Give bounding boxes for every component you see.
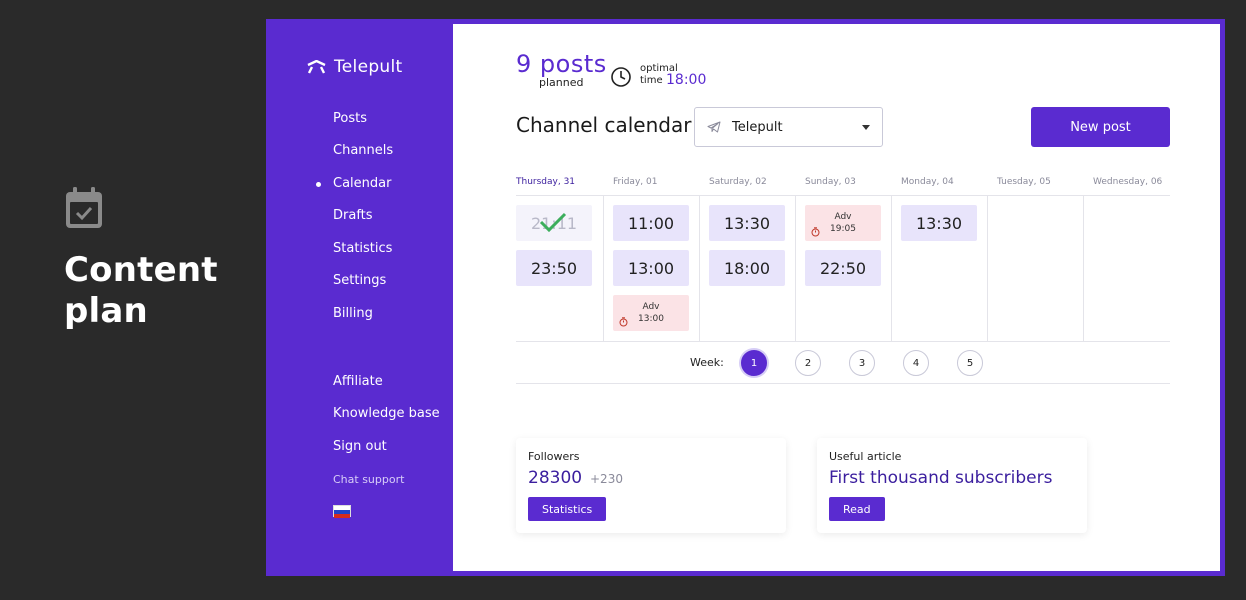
russia-flag[interactable] [333, 505, 351, 518]
promo-title-line-1: Content [64, 250, 218, 290]
day-header-thursday: Thursday, 31 [516, 177, 576, 187]
channel-select-value: Telepult [732, 120, 783, 135]
promo-title-line-2: plan [64, 291, 148, 331]
week-button-3[interactable]: 3 [849, 350, 875, 376]
posts-count: 9 posts [516, 50, 607, 78]
post-slot[interactable]: 11:00 [613, 205, 689, 241]
followers-label: Followers [528, 450, 580, 463]
chat-support-link[interactable]: Chat support [333, 473, 404, 486]
post-slot[interactable]: 13:00 [613, 250, 689, 286]
article-title[interactable]: First thousand subscribers [829, 468, 1052, 488]
post-slot[interactable]: 23:50 [516, 250, 592, 286]
chevron-down-icon [862, 125, 870, 130]
adv-time: 13:00 [638, 314, 664, 324]
day-header-sunday: Sunday, 03 [805, 177, 856, 187]
day-column-divider [795, 196, 796, 341]
logo-text: Telepult [334, 57, 403, 77]
telepult-logo-icon [307, 60, 326, 74]
channel-select[interactable]: Telepult [694, 107, 883, 147]
day-column-divider [987, 196, 988, 341]
clock-icon [611, 67, 631, 87]
calendar-check-icon [66, 187, 102, 228]
day-column-divider [699, 196, 700, 341]
day-header-wednesday: Wednesday, 06 [1093, 177, 1163, 187]
sidebar-item-drafts[interactable]: Drafts [333, 208, 373, 223]
week-bar-divider [516, 383, 1170, 384]
day-header-saturday: Saturday, 02 [709, 177, 767, 187]
useful-article-label: Useful article [829, 450, 902, 463]
post-slot-published[interactable]: 21:11 [516, 205, 592, 241]
post-slot[interactable]: 22:50 [805, 250, 881, 286]
app-window: Telepult Posts Channels Calendar Drafts … [266, 19, 1225, 576]
week-button-1[interactable]: 1 [741, 350, 767, 376]
week-label: Week: [690, 356, 724, 369]
calendar-header-divider [516, 195, 1170, 196]
promo-title: Content plan [64, 250, 218, 332]
adv-slot[interactable]: Adv 19:05 [805, 205, 881, 241]
stopwatch-icon [811, 227, 820, 237]
adv-slot[interactable]: Adv 13:00 [613, 295, 689, 331]
week-button-2[interactable]: 2 [795, 350, 821, 376]
main-panel: 9 posts planned optimal time 18:00 Chann… [453, 24, 1220, 571]
post-slot[interactable]: 13:30 [901, 205, 977, 241]
new-post-button[interactable]: New post [1031, 107, 1170, 147]
week-button-5[interactable]: 5 [957, 350, 983, 376]
optimal-time: 18:00 [666, 72, 707, 88]
sidebar-item-affiliate[interactable]: Affiliate [333, 374, 383, 389]
telegram-icon [707, 121, 721, 133]
day-header-tuesday: Tuesday, 05 [997, 177, 1051, 187]
followers-delta: +230 [590, 472, 623, 486]
sidebar-item-settings[interactable]: Settings [333, 273, 386, 288]
sidebar: Telepult Posts Channels Calendar Drafts … [266, 19, 453, 576]
adv-label: Adv [642, 302, 660, 312]
checkmark-icon [539, 212, 567, 233]
day-column-divider [603, 196, 604, 341]
time-label: time [640, 75, 663, 86]
week-button-4[interactable]: 4 [903, 350, 929, 376]
active-indicator [316, 182, 321, 187]
sidebar-item-billing[interactable]: Billing [333, 306, 373, 321]
post-slot[interactable]: 18:00 [709, 250, 785, 286]
followers-count: 28300 [528, 468, 583, 488]
sidebar-item-sign-out[interactable]: Sign out [333, 439, 387, 454]
day-column-divider [1083, 196, 1084, 341]
statistics-button[interactable]: Statistics [528, 497, 607, 521]
adv-time: 19:05 [830, 224, 856, 234]
useful-article-card: Useful article First thousand subscriber… [817, 438, 1087, 533]
day-header-monday: Monday, 04 [901, 177, 954, 187]
sidebar-item-channels[interactable]: Channels [333, 143, 393, 158]
post-slot[interactable]: 13:30 [709, 205, 785, 241]
sidebar-item-label: Calendar [333, 176, 392, 191]
sidebar-item-posts[interactable]: Posts [333, 111, 367, 126]
sidebar-item-calendar[interactable]: Calendar [316, 176, 392, 191]
stopwatch-icon [619, 317, 628, 327]
posts-planned-label: planned [539, 76, 584, 89]
sidebar-item-statistics[interactable]: Statistics [333, 241, 392, 256]
day-column-divider [891, 196, 892, 341]
followers-card: Followers 28300 +230 Statistics [516, 438, 786, 533]
day-header-friday: Friday, 01 [613, 177, 658, 187]
calendar-title: Channel calendar [516, 113, 692, 137]
sidebar-item-knowledge-base[interactable]: Knowledge base [333, 406, 440, 421]
read-button[interactable]: Read [829, 497, 885, 521]
logo[interactable]: Telepult [307, 57, 403, 77]
calendar-bottom-divider [516, 341, 1170, 342]
adv-label: Adv [834, 212, 852, 222]
